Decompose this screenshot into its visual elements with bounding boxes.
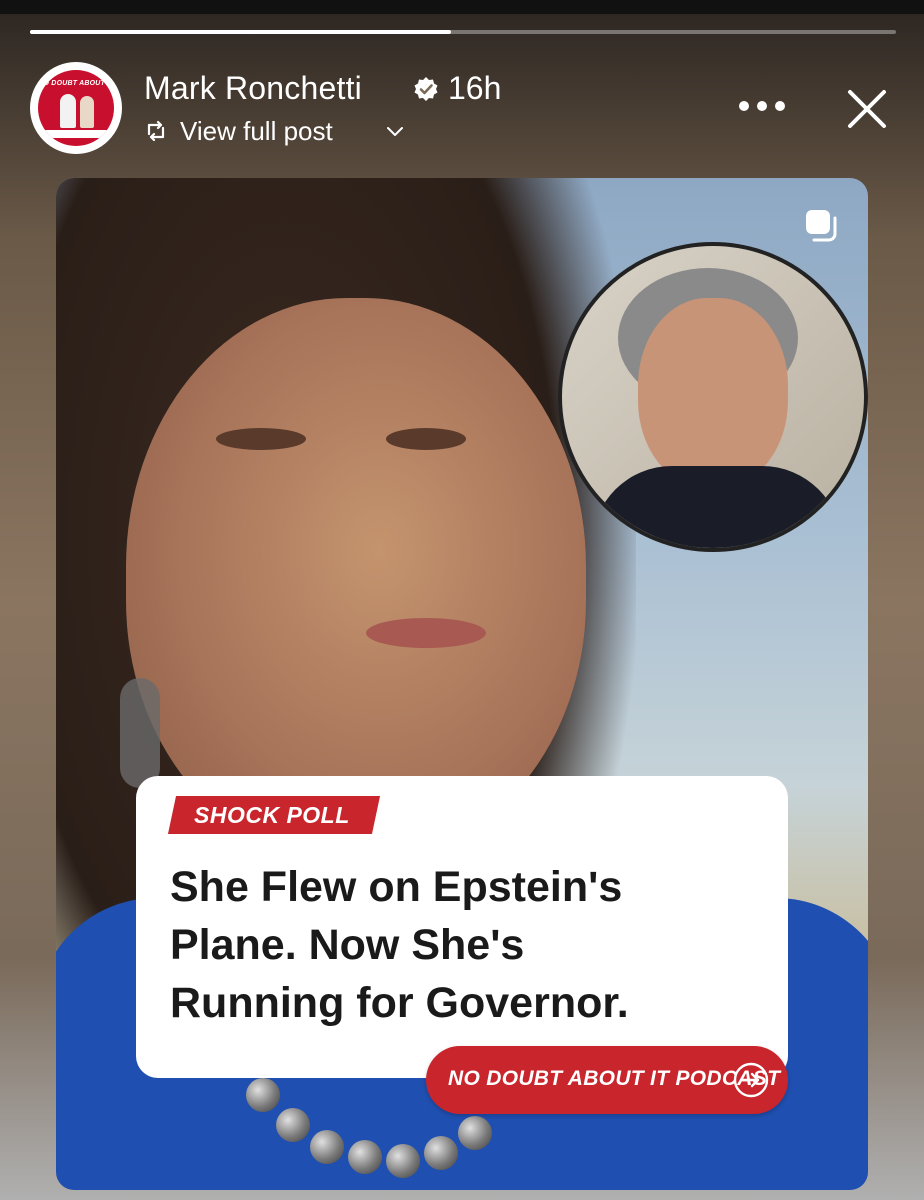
headline: She Flew on Epstein's Plane. Now She's R… [170,858,770,1032]
podcast-cta-button[interactable]: NO DOUBT ABOUT IT PODCAST [426,1046,788,1114]
necklace-bead [458,1116,492,1150]
multi-image-icon [806,210,837,242]
necklace-bead [424,1136,458,1170]
avatar-person-left [60,94,76,128]
inset-portrait [558,242,868,552]
necklace-bead [348,1140,382,1174]
story-header: NO DOUBT ABOUT IT Mark Ronchetti 16h Vie… [30,62,896,158]
headline-line-1: She Flew on Epstein's [170,863,623,911]
inset-shirt [592,466,842,548]
necklace-bead [246,1078,280,1112]
headline-line-2: Plane. Now She's [170,921,525,969]
avatar-image: NO DOUBT ABOUT IT [38,70,114,146]
avatar[interactable]: NO DOUBT ABOUT IT [30,62,122,154]
story-progress-fill [30,30,451,34]
view-full-post-link[interactable]: View full post [180,116,333,147]
headline-box: SHOCK POLL She Flew on Epstein's Plane. … [136,776,788,1078]
shock-poll-tag: SHOCK POLL [167,796,380,834]
avatar-brand-text: NO DOUBT ABOUT IT [38,80,114,87]
earring [120,678,160,788]
status-bar [0,0,924,14]
portrait-lips [366,618,486,648]
post-time: 16h [448,70,502,106]
portrait-eye-left [216,428,306,450]
shock-poll-tag-label: SHOCK POLL [194,802,350,828]
avatar-person-right [80,96,94,128]
close-icon[interactable] [846,88,888,130]
arrow-right-icon [733,1062,769,1098]
chevron-down-icon[interactable] [386,124,404,138]
inset-face [638,298,788,488]
necklace-bead [276,1108,310,1142]
verified-check-icon [414,77,438,101]
repost-icon [147,120,165,142]
necklace-bead [310,1130,344,1164]
author-name[interactable]: Mark Ronchetti [144,70,362,107]
necklace-bead [386,1144,420,1178]
podcast-cta-label: NO DOUBT ABOUT IT PODCAST [448,1067,781,1090]
portrait-face [126,298,586,858]
avatar-subtitle-strip [38,130,114,138]
headline-line-3: Running for Governor. [170,979,629,1027]
post-image-card[interactable]: SHOCK POLL She Flew on Epstein's Plane. … [56,178,868,1190]
story-progress-track [30,30,896,34]
portrait-eye-right [386,428,466,450]
more-icon[interactable] [736,98,788,114]
